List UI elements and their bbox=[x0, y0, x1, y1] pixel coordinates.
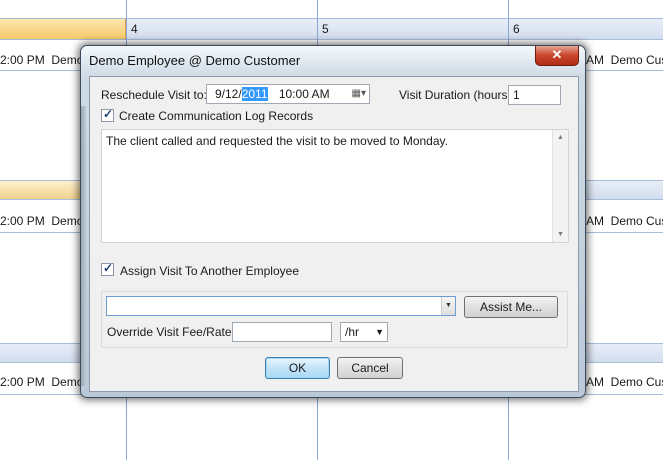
today-highlight bbox=[0, 19, 126, 39]
reschedule-visit-dialog: Demo Employee @ Demo Customer ✕ Reschedu… bbox=[80, 45, 586, 398]
visit-notes-textarea[interactable]: The client called and requested the visi… bbox=[101, 129, 569, 243]
chevron-down-icon[interactable]: ▼ bbox=[375, 323, 384, 341]
calendar-appointment[interactable]: 2:00 PM Demo bbox=[0, 50, 83, 70]
calendar-appointment[interactable]: AM Demo Custo bbox=[586, 372, 663, 392]
dialog-title: Demo Employee @ Demo Customer bbox=[89, 53, 301, 68]
visit-notes-text: The client called and requested the visi… bbox=[106, 134, 448, 148]
comm-log-label: Create Communication Log Records bbox=[119, 109, 314, 123]
assign-employee-label: Assign Visit To Another Employee bbox=[120, 264, 299, 278]
reschedule-label: Reschedule Visit to: bbox=[101, 88, 207, 102]
calendar-day-header: 4 5 6 bbox=[0, 18, 663, 40]
assign-employee-checkbox[interactable] bbox=[101, 261, 114, 276]
day-number-5: 5 bbox=[322, 22, 329, 36]
override-fee-label: Override Visit Fee/Rate: bbox=[107, 325, 235, 339]
reschedule-datetime-picker[interactable]: 9/12/2011 10:00 AM ▦▾ bbox=[206, 84, 370, 104]
ok-button[interactable]: OK bbox=[265, 357, 330, 379]
employee-select[interactable]: ▼ bbox=[106, 296, 456, 316]
calendar-appointment[interactable]: AM Demo Custo bbox=[586, 50, 663, 70]
calendar-appointment[interactable]: 2:00 PM Demo bbox=[0, 372, 83, 392]
rate-unit-select[interactable]: /hr ▼ bbox=[340, 322, 388, 342]
time-value: 10:00 AM bbox=[278, 87, 330, 101]
chevron-down-icon[interactable]: ▼ bbox=[441, 297, 455, 315]
date-prefix: 9/12/ bbox=[215, 87, 242, 101]
calendar-appointment[interactable]: AM Demo Custo bbox=[586, 211, 663, 231]
calendar-appointment[interactable]: 2:00 PM Demo bbox=[0, 211, 83, 231]
dialog-frame-edge bbox=[81, 106, 86, 386]
calendar-dropdown-icon[interactable]: ▦▾ bbox=[352, 85, 366, 103]
close-button[interactable]: ✕ bbox=[535, 46, 579, 66]
assign-employee-group: ▼ Assist Me... Override Visit Fee/Rate: … bbox=[101, 291, 568, 348]
day-number-6: 6 bbox=[513, 22, 520, 36]
notes-scrollbar[interactable]: ▲ ▼ bbox=[552, 130, 568, 242]
duration-label: Visit Duration (hours): bbox=[399, 88, 515, 102]
scroll-down-icon[interactable]: ▼ bbox=[557, 231, 564, 238]
dialog-body: Reschedule Visit to: 9/12/2011 10:00 AM … bbox=[89, 76, 579, 392]
assist-me-button[interactable]: Assist Me... bbox=[464, 296, 558, 318]
scroll-up-icon[interactable]: ▲ bbox=[557, 134, 564, 141]
date-year-selected[interactable]: 2011 bbox=[241, 87, 268, 101]
duration-input[interactable]: 1 bbox=[508, 85, 561, 105]
override-fee-input[interactable] bbox=[232, 322, 332, 342]
comm-log-checkbox[interactable] bbox=[101, 107, 114, 122]
day-number-4: 4 bbox=[131, 22, 138, 36]
cancel-button[interactable]: Cancel bbox=[337, 357, 403, 379]
